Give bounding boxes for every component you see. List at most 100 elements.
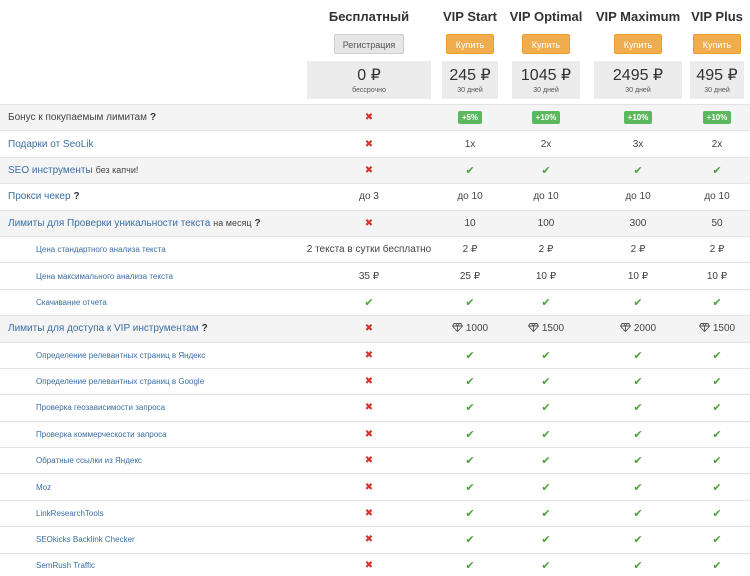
label-text: SEOkicks Backlink Checker <box>36 535 135 545</box>
sub-feature-label: Цена стандартного анализа текста <box>36 237 166 262</box>
plan-cell: ✔ <box>514 290 578 315</box>
check-icon: ✔ <box>633 560 643 573</box>
check-icon: ✔ <box>465 296 475 309</box>
plan-cell: ✔ <box>690 554 744 576</box>
feature-label[interactable]: Лимиты для Проверки уникальности текста н… <box>8 211 261 236</box>
plan-cell: до 10 <box>594 184 682 209</box>
plan-cell: ✖ <box>300 131 438 156</box>
period: бессрочно <box>352 87 386 94</box>
help-icon[interactable]: ? <box>74 191 80 202</box>
plan-cell: ✔ <box>594 501 682 526</box>
table-row: Цена максимального анализа текста 35 ₽ 25 … <box>0 262 750 288</box>
check-icon: ✔ <box>633 508 643 521</box>
plan-cell: 25 ₽ <box>440 263 500 288</box>
cell-value: 10 <box>464 217 476 229</box>
plan-cell: ✔ <box>440 527 500 552</box>
plan-name: VIP Start <box>443 9 497 24</box>
plan-cell: ✔ <box>594 554 682 576</box>
label-text: Бонус к покупаемым лимитам <box>8 112 147 124</box>
plan-cell: ✔ <box>514 369 578 394</box>
feature-label[interactable]: SEO инструменты без капчи! <box>8 158 138 183</box>
label-suffix: на месяц <box>213 218 252 229</box>
check-icon: ✔ <box>712 481 722 494</box>
plan-cell: ✔ <box>514 343 578 368</box>
feature-label[interactable]: Подарки от SeoLik <box>8 131 94 156</box>
plan-cell: ✔ <box>514 158 578 183</box>
plan-cell: 100 <box>514 211 578 236</box>
feature-label[interactable]: Лимиты для доступа к VIP инструментам? <box>8 316 208 341</box>
table-row: Проверка геозависимости запроса ✖ ✔ ✔ ✔ ✔ <box>0 394 750 420</box>
diamond-icon <box>619 322 631 335</box>
plan-cell: 10 <box>440 211 500 236</box>
plan-cell: ✔ <box>594 474 682 499</box>
plan-cell: 1500 <box>514 316 578 341</box>
table-row: Лимиты для доступа к VIP инструментам? ✖ 1… <box>0 315 750 342</box>
table-row: Moz ✖ ✔ ✔ ✔ ✔ <box>0 473 750 499</box>
price: 2495 ₽ <box>612 67 664 84</box>
buy-button-vip-maximum[interactable]: Купить <box>614 34 662 54</box>
cross-icon: ✖ <box>364 402 374 414</box>
price-box: 2495 ₽ 30 дней <box>594 61 682 99</box>
plan-cell: +5% <box>440 105 500 130</box>
cell-value: до 10 <box>533 191 559 203</box>
buy-button-vip-start[interactable]: Купить <box>446 34 494 54</box>
plan-cell: ✔ <box>440 422 500 447</box>
plan-cell: ✔ <box>514 474 578 499</box>
price: 0 ₽ <box>357 67 381 84</box>
check-icon: ✔ <box>541 455 551 468</box>
buy-button-vip-plus[interactable]: Купить <box>693 34 741 54</box>
buy-button-vip-optimal[interactable]: Купить <box>522 34 570 54</box>
plan-cell: до 10 <box>514 184 578 209</box>
label-text: Прокси чекер <box>8 191 71 203</box>
plan-cell: ✖ <box>300 554 438 576</box>
plan-cell: ✔ <box>594 290 682 315</box>
sub-feature-label: Цена максимального анализа текста <box>36 263 173 288</box>
label-text: Определение релевантных страниц в Яндекс <box>36 350 206 360</box>
price-box: 495 ₽ 30 дней <box>690 61 744 99</box>
plan-cell: ✔ <box>440 395 500 420</box>
plan-cell: до 10 <box>690 184 744 209</box>
feature-label: Бонус к покупаемым лимитам? <box>8 105 156 130</box>
plan-cell: ✔ <box>514 501 578 526</box>
plan-cell: 2x <box>690 131 744 156</box>
check-icon: ✔ <box>465 534 475 547</box>
plan-cell: до 3 <box>300 184 438 209</box>
plan-cell: ✔ <box>690 158 744 183</box>
price-box: 0 ₽ бессрочно <box>307 61 431 99</box>
table-row: Определение релевантных страниц в Яндекс… <box>0 341 750 368</box>
label-text: SemRush Traffic <box>36 561 95 571</box>
help-icon[interactable]: ? <box>254 218 260 229</box>
table-row: SEO инструменты без капчи! ✖ ✔ ✔ ✔ ✔ <box>0 156 750 184</box>
label-text: Лимиты для Проверки уникальности текста <box>8 217 211 229</box>
plan-header-vip-start: VIP Start Купить 245 ₽ 30 дней <box>442 0 498 102</box>
table-row: Обратные ссылки из Яндекс ✖ ✔ ✔ ✔ ✔ <box>0 447 750 473</box>
cell-value: 1x <box>464 138 476 150</box>
check-icon: ✔ <box>465 376 475 389</box>
cell-value: 35 ₽ <box>358 270 380 282</box>
help-icon[interactable]: ? <box>150 112 156 123</box>
plan-cell: 2000 <box>594 316 682 341</box>
cell-value: 3x <box>632 138 644 150</box>
label-text: Скачивание отчета <box>36 297 107 307</box>
plan-cell: до 10 <box>440 184 500 209</box>
plan-cell: ✖ <box>300 527 438 552</box>
check-icon: ✔ <box>712 455 722 468</box>
help-icon[interactable]: ? <box>202 323 208 334</box>
plan-cell: ✔ <box>594 395 682 420</box>
plan-cell: 10 ₽ <box>594 263 682 288</box>
check-icon: ✔ <box>465 402 475 415</box>
plan-cell: +10% <box>594 105 682 130</box>
check-icon: ✔ <box>541 534 551 547</box>
cell-value: 10 ₽ <box>535 270 557 282</box>
cell-value: 2 ₽ <box>538 244 554 256</box>
cell-value: до 10 <box>625 191 651 203</box>
feature-label[interactable]: Прокси чекер? <box>8 184 80 209</box>
cell-value: 300 <box>629 217 647 229</box>
cell-value: до 10 <box>704 191 730 203</box>
plan-cell: ✖ <box>300 369 438 394</box>
plan-cell: ✔ <box>690 395 744 420</box>
sub-feature-label: Обратные ссылки из Яндекс <box>36 448 142 473</box>
register-button[interactable]: Регистрация <box>334 34 404 54</box>
plan-cell: 2 ₽ <box>440 237 500 262</box>
plan-cell: ✔ <box>514 554 578 576</box>
